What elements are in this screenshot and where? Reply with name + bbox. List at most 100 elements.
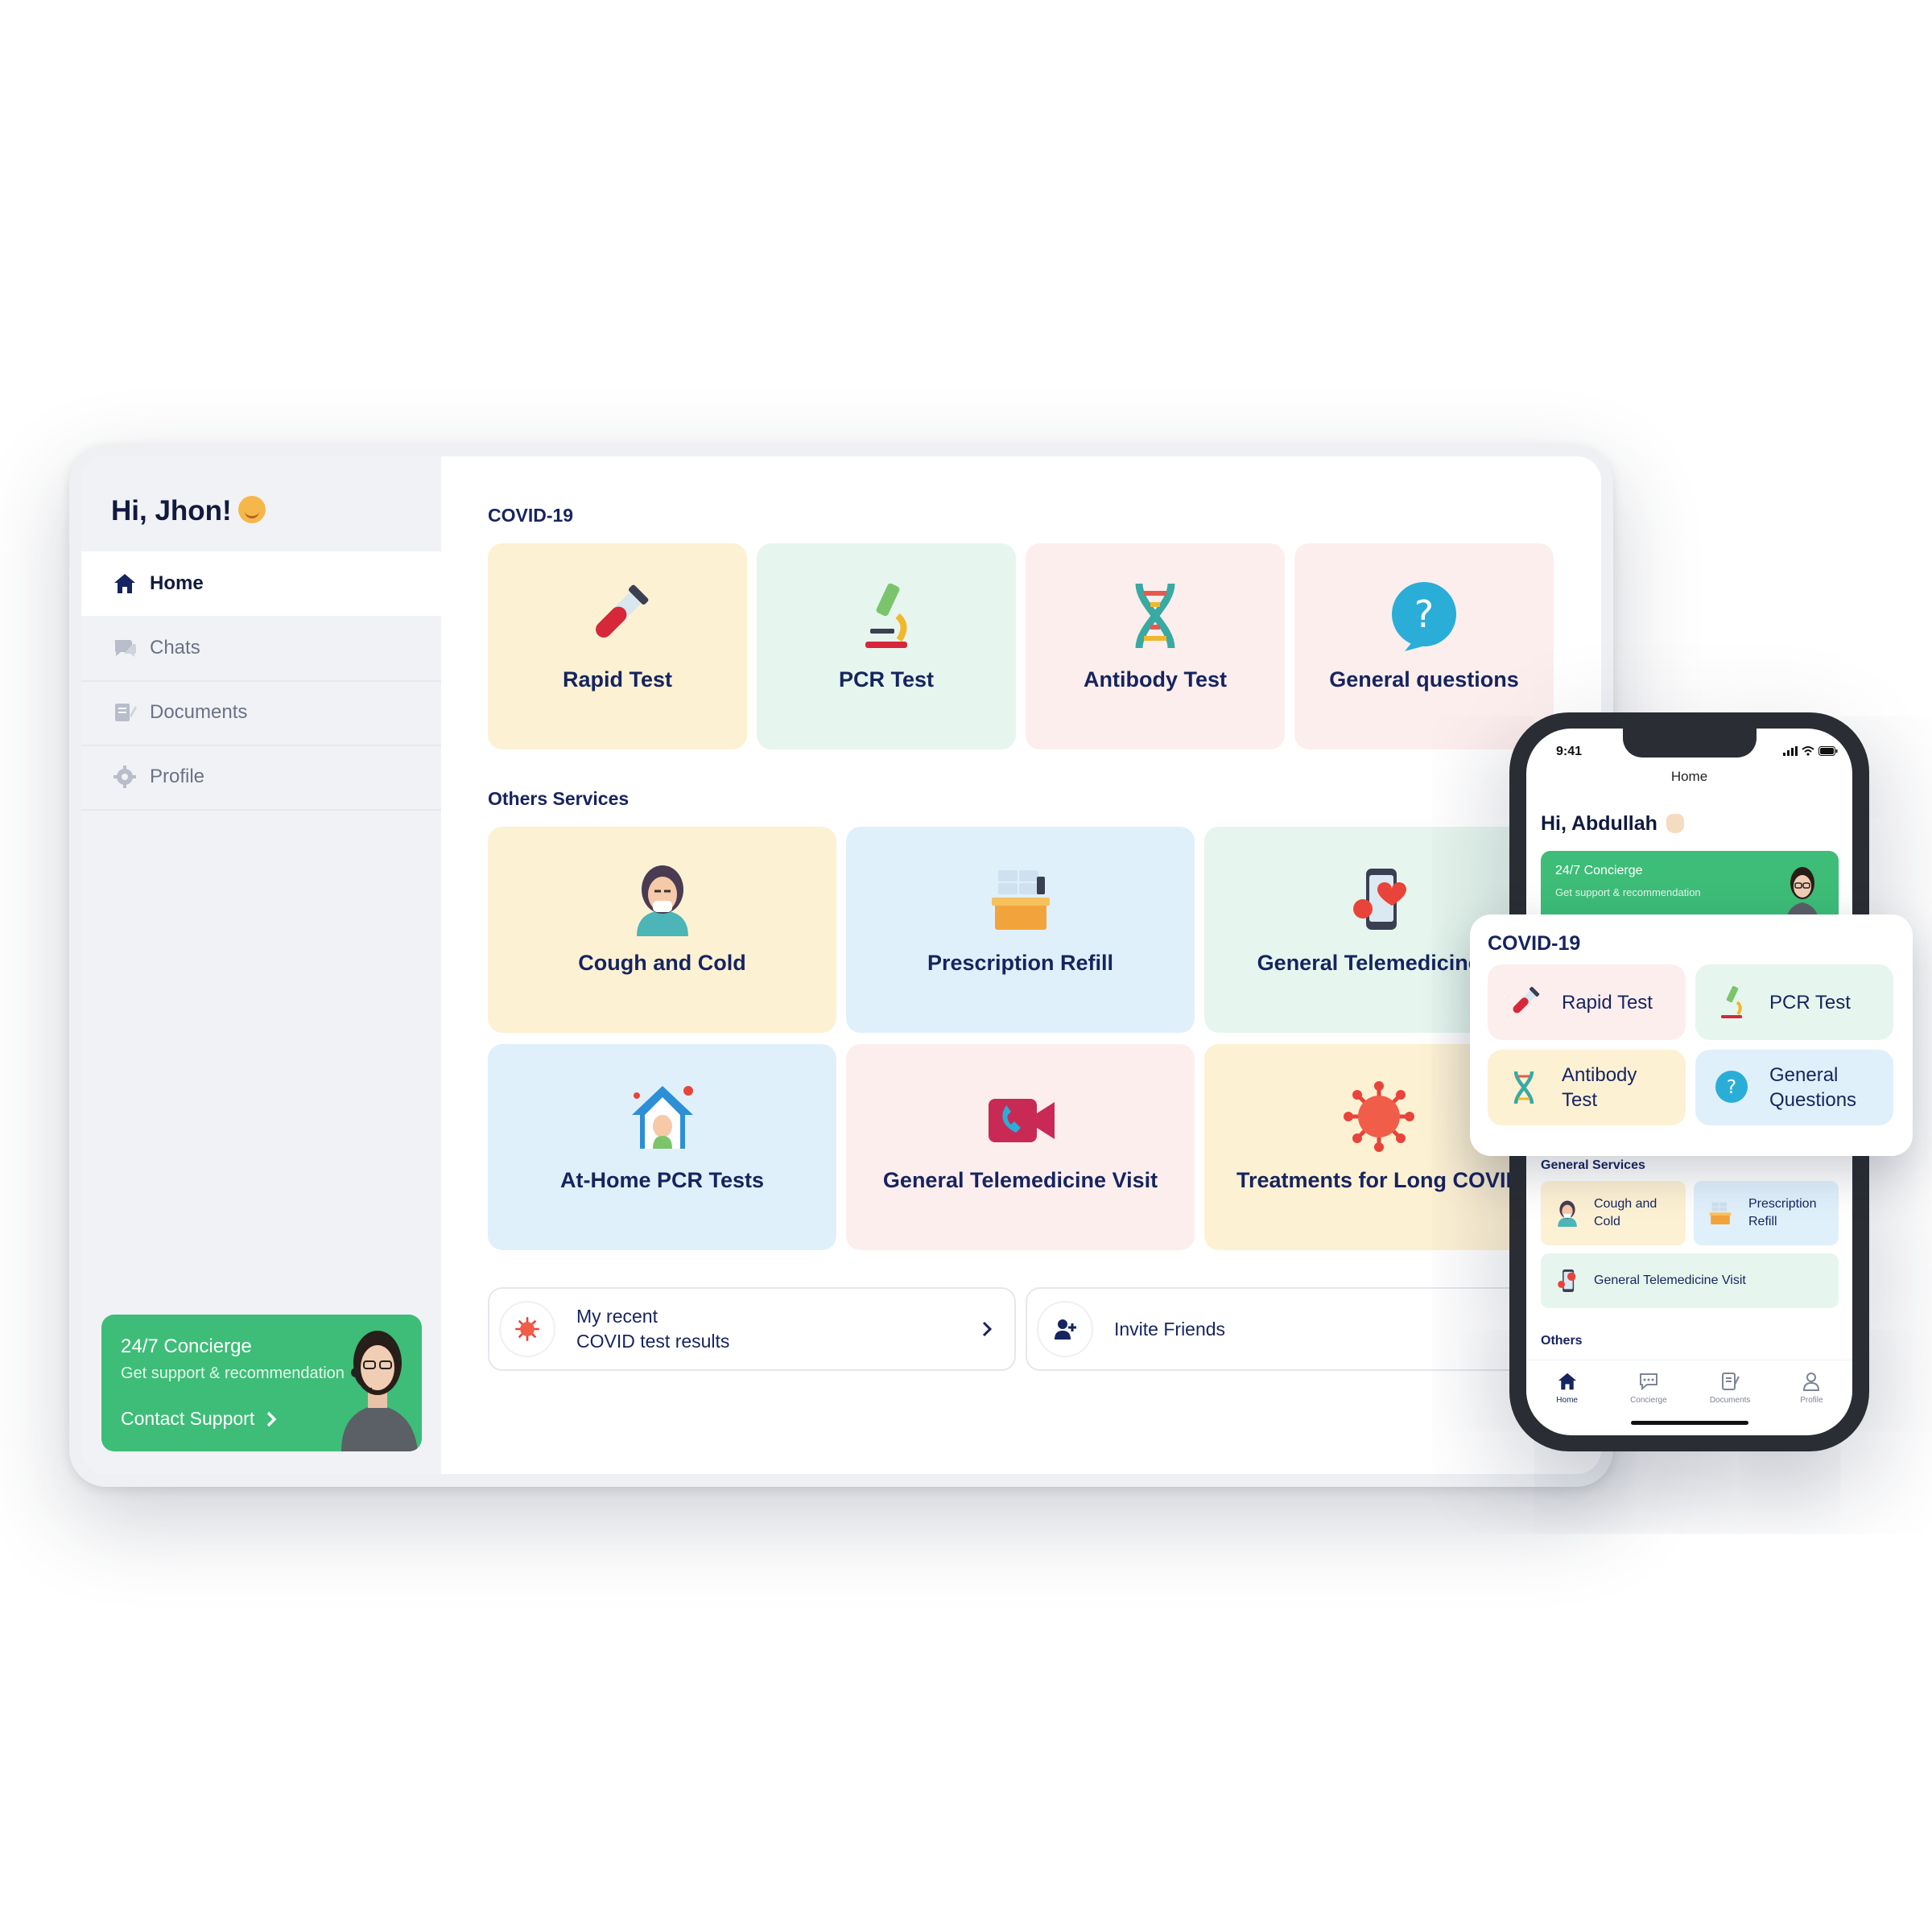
phone-covid-title: COVID-19 — [1488, 932, 1581, 955]
phone-notch — [1623, 729, 1757, 758]
phone-concierge-title: 24/7 Concierge — [1555, 864, 1643, 877]
dna-icon — [1117, 577, 1194, 654]
phone-card-label: General Telemedicine Visit — [1594, 1274, 1746, 1287]
virus-icon — [499, 1301, 555, 1357]
tab-label: Documents — [1709, 1396, 1751, 1405]
sidebar-item-home[interactable]: Home — [81, 551, 441, 616]
greeting: Hi, Jhon! — [111, 495, 266, 527]
concierge-subtitle: Get support & recommendation — [121, 1364, 345, 1382]
signal-icon — [1783, 746, 1798, 756]
covid-section-title: COVID-19 — [488, 505, 574, 526]
card-general-questions[interactable]: ? General questions — [1294, 543, 1554, 749]
phone-card-rapid-test[interactable]: Rapid Test — [1488, 964, 1686, 1040]
status-icons — [1783, 746, 1838, 756]
document-icon — [111, 699, 138, 726]
virus-icon — [1340, 1078, 1418, 1155]
recent-results-text: My recent COVID test results — [576, 1304, 729, 1354]
tab-label: Profile — [1800, 1396, 1823, 1405]
phone-card-line2: Test — [1562, 1089, 1598, 1111]
recent-results-line1: My recent — [576, 1306, 658, 1327]
tab-profile[interactable]: Profile — [1779, 1360, 1843, 1417]
microscope-icon — [848, 577, 925, 654]
greeting-box: Hi, Jhon! — [81, 456, 441, 551]
card-rapid-test[interactable]: Rapid Test — [488, 543, 747, 749]
sidebar-item-profile[interactable]: Profile — [81, 745, 441, 811]
card-label: Prescription Refill — [927, 951, 1114, 975]
sidebar: Hi, Jhon! Home Chats Documents Profile 2… — [81, 456, 441, 1474]
person-icon — [1803, 1373, 1820, 1391]
medicine-box-icon — [1709, 1202, 1732, 1225]
tab-concierge[interactable]: Concierge — [1616, 1360, 1681, 1417]
card-label: General Telemedicine Visit — [882, 1168, 1158, 1192]
phone-others-title: Others — [1541, 1334, 1583, 1348]
dna-icon — [1504, 1067, 1544, 1108]
phone-card-label: Cough and Cold — [1594, 1195, 1657, 1231]
phone-card-general-questions[interactable]: ? General Questions — [1695, 1050, 1893, 1125]
contact-support-link[interactable]: Contact Support — [121, 1408, 277, 1430]
card-prescription-refill[interactable]: Prescription Refill — [846, 827, 1195, 1033]
gear-icon — [111, 763, 138, 791]
recent-results-card[interactable]: My recent COVID test results — [488, 1287, 1016, 1371]
wifi-icon — [1802, 746, 1814, 756]
tab-label: Home — [1556, 1396, 1578, 1405]
phone-card-label: Prescription Refill — [1748, 1195, 1816, 1231]
card-general-telemedicine-visit[interactable]: General Telemedicine Visit — [846, 1044, 1195, 1250]
phone-card-prescription-refill[interactable]: Prescription Refill — [1694, 1181, 1839, 1245]
phone-card-label: Rapid Test — [1562, 991, 1653, 1013]
sick-person-icon — [1558, 1200, 1577, 1227]
tab-documents[interactable]: Documents — [1698, 1360, 1762, 1417]
phone-card-antibody-test[interactable]: Antibody Test — [1488, 1050, 1686, 1125]
phone-page-title: Home — [1670, 769, 1708, 784]
chevron-right-icon — [982, 1321, 992, 1337]
phone-concierge-card[interactable]: 24/7 Concierge Get support & recommendat… — [1541, 851, 1839, 923]
tab-home[interactable]: Home — [1535, 1360, 1600, 1417]
phone-card-line1: Antibody — [1562, 1064, 1637, 1086]
concierge-title: 24/7 Concierge — [121, 1335, 252, 1357]
phone-card-line1: Prescription — [1748, 1197, 1817, 1211]
phone-covid-overlay: COVID-19 Rapid Test PCR Test Antibody Tes… — [1470, 914, 1913, 1156]
phone-card-general-telemedicine-visit[interactable]: General Telemedicine Visit — [1541, 1253, 1839, 1308]
card-cough-and-cold[interactable]: Cough and Cold — [488, 827, 836, 1033]
home-test-icon — [624, 1078, 701, 1155]
card-pcr-test[interactable]: PCR Test — [757, 543, 1016, 749]
support-agent-avatar — [341, 1331, 418, 1451]
invite-friends-card[interactable]: Invite Friends — [1026, 1287, 1589, 1371]
sidebar-item-label: Home — [150, 572, 204, 594]
phone-card-label: General Questions — [1769, 1063, 1856, 1113]
sidebar-item-chats[interactable]: Chats — [81, 616, 441, 682]
tab-label: Concierge — [1630, 1396, 1667, 1405]
chat-icon — [1639, 1373, 1657, 1391]
sidebar-item-label: Chats — [150, 637, 200, 658]
contact-support-label: Contact Support — [121, 1408, 255, 1429]
phone-card-cough-cold[interactable]: Cough and Cold — [1541, 1181, 1686, 1245]
sidebar-item-documents[interactable]: Documents — [81, 680, 441, 746]
microscope-icon — [1711, 982, 1752, 1022]
card-label: General questions — [1329, 667, 1519, 691]
phone-card-label: PCR Test — [1769, 991, 1851, 1013]
phone-card-line1: General — [1769, 1064, 1839, 1086]
phone-card-pcr-test[interactable]: PCR Test — [1695, 964, 1893, 1040]
others-section-title: Others Services — [488, 788, 630, 809]
card-label: At-Home PCR Tests — [559, 1168, 765, 1192]
concierge-card[interactable]: 24/7 Concierge Get support & recommendat… — [101, 1315, 422, 1451]
phone-greeting-text: Hi, Abdullah — [1541, 812, 1657, 835]
svg-text:?: ? — [1727, 1077, 1736, 1098]
phone-card-line2: Refill — [1748, 1215, 1777, 1228]
medicine-box-icon — [982, 861, 1059, 938]
phone-heart-icon — [1558, 1269, 1576, 1293]
chat-icon — [111, 634, 138, 662]
invite-friends-label: Invite Friends — [1114, 1318, 1226, 1340]
card-label: Cough and Cold — [578, 951, 746, 975]
home-icon — [111, 570, 138, 597]
smile-emoji-icon — [237, 496, 266, 523]
card-at-home-pcr-tests[interactable]: At-Home PCR Tests — [488, 1044, 836, 1250]
card-antibody-test[interactable]: Antibody Test — [1026, 543, 1285, 749]
phone-general-services-title: General Services — [1541, 1158, 1645, 1172]
card-label: PCR Test — [838, 667, 935, 691]
phone-card-label: Antibody Test — [1562, 1063, 1637, 1113]
sick-person-icon — [624, 861, 701, 938]
card-label: Treatments for Long COVID — [1236, 1168, 1522, 1192]
add-user-icon — [1037, 1301, 1093, 1357]
phone-concierge-subtitle: Get support & recommendation — [1555, 886, 1701, 898]
sidebar-item-label: Documents — [150, 701, 248, 723]
